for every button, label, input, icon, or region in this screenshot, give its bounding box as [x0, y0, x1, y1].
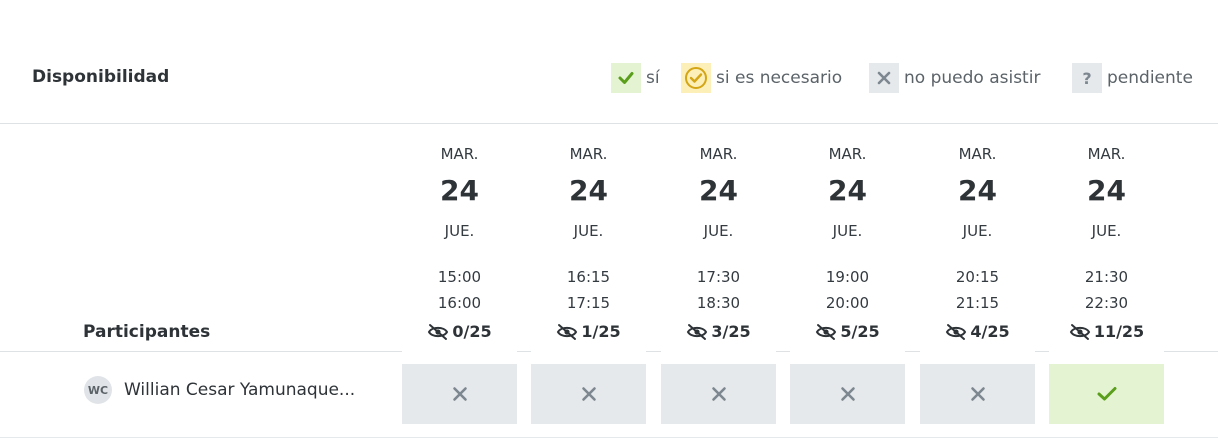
availability-cell-no[interactable]: [920, 364, 1035, 424]
x-icon: [710, 385, 728, 403]
availability-title: Disponibilidad: [32, 67, 170, 87]
x-icon: [451, 385, 469, 403]
weekday-label: JUE.: [962, 222, 993, 240]
start-time: 17:30: [696, 268, 741, 286]
end-time: 21:15: [955, 294, 1000, 312]
end-time: 16:00: [437, 294, 482, 312]
month-label: MAR.: [1087, 145, 1126, 163]
month-label: MAR.: [569, 145, 608, 163]
start-time: 19:00: [825, 268, 870, 286]
end-time: 18:30: [696, 294, 741, 312]
x-icon: [580, 385, 598, 403]
legend-pending: ? pendiente: [1072, 62, 1193, 94]
month-label: MAR.: [699, 145, 738, 163]
month-label: MAR.: [828, 145, 867, 163]
eye-slash-icon: [945, 323, 967, 341]
day-number: 24: [569, 174, 608, 207]
circle-check-icon: [681, 63, 711, 93]
legend-cannot: no puedo asistir: [869, 62, 1040, 94]
response-count-value: 3/25: [711, 322, 751, 341]
response-count-value: 1/25: [581, 322, 621, 341]
day-number: 24: [828, 174, 867, 207]
divider: [0, 437, 1218, 438]
date-column-header: MAR. 24 JUE. 15:00 16:00 0/25: [402, 140, 517, 355]
response-count[interactable]: 4/25: [920, 322, 1035, 341]
response-count-value: 4/25: [970, 322, 1010, 341]
day-number: 24: [958, 174, 997, 207]
availability-cell-no[interactable]: [790, 364, 905, 424]
eye-slash-icon: [556, 323, 578, 341]
start-time: 16:15: [566, 268, 611, 286]
check-icon: [611, 63, 641, 93]
legend-yes: sí: [611, 62, 660, 94]
response-count-value: 11/25: [1093, 322, 1145, 341]
response-count-value: 0/25: [452, 322, 492, 341]
availability-cell-no[interactable]: [402, 364, 517, 424]
check-icon: [1096, 385, 1118, 403]
month-label: MAR.: [440, 145, 479, 163]
day-number: 24: [1087, 174, 1126, 207]
participants-label: Participantes: [83, 322, 211, 342]
start-time: 21:30: [1084, 268, 1129, 286]
avatar: WC: [84, 376, 112, 404]
day-number: 24: [699, 174, 738, 207]
weekday-label: JUE.: [703, 222, 734, 240]
response-count[interactable]: 11/25: [1049, 322, 1164, 341]
date-column-header: MAR. 24 JUE. 16:15 17:15 1/25: [531, 140, 646, 355]
eye-slash-icon: [815, 323, 837, 341]
weekday-label: JUE.: [1091, 222, 1122, 240]
weekday-label: JUE.: [573, 222, 604, 240]
eye-slash-icon: [1069, 323, 1091, 341]
divider: [0, 123, 1218, 124]
end-time: 20:00: [825, 294, 870, 312]
legend-pending-label: pendiente: [1107, 68, 1193, 88]
response-count[interactable]: 5/25: [790, 322, 905, 341]
availability-cell-yes[interactable]: [1049, 364, 1164, 424]
response-count[interactable]: 3/25: [661, 322, 776, 341]
response-count[interactable]: 0/25: [402, 322, 517, 341]
legend-if-needed: si es necesario: [681, 62, 842, 94]
weekday-label: JUE.: [444, 222, 475, 240]
x-icon: [839, 385, 857, 403]
date-column-header: MAR. 24 JUE. 20:15 21:15 4/25: [920, 140, 1035, 355]
legend-if-needed-label: si es necesario: [716, 68, 843, 88]
date-column-header: MAR. 24 JUE. 19:00 20:00 5/25: [790, 140, 905, 355]
x-icon: [969, 385, 987, 403]
end-time: 17:15: [566, 294, 611, 312]
date-column-header: MAR. 24 JUE. 21:30 22:30 11/25: [1049, 140, 1164, 355]
response-count-value: 5/25: [840, 322, 880, 341]
x-icon: [869, 63, 899, 93]
participant-name: Willian Cesar Yamunaque...: [124, 380, 356, 400]
response-count[interactable]: 1/25: [531, 322, 646, 341]
eye-slash-icon: [686, 323, 708, 341]
legend-cannot-label: no puedo asistir: [904, 68, 1041, 88]
availability-cell-no[interactable]: [661, 364, 776, 424]
day-number: 24: [440, 174, 479, 207]
end-time: 22:30: [1084, 294, 1129, 312]
eye-slash-icon: [427, 323, 449, 341]
availability-cell-no[interactable]: [531, 364, 646, 424]
question-icon: ?: [1072, 63, 1102, 93]
date-column-header: MAR. 24 JUE. 17:30 18:30 3/25: [661, 140, 776, 355]
legend-yes-label: sí: [646, 68, 660, 88]
start-time: 15:00: [437, 268, 482, 286]
participant-row: WC Willian Cesar Yamunaque...: [84, 376, 355, 404]
weekday-label: JUE.: [832, 222, 863, 240]
month-label: MAR.: [958, 145, 997, 163]
start-time: 20:15: [955, 268, 1000, 286]
